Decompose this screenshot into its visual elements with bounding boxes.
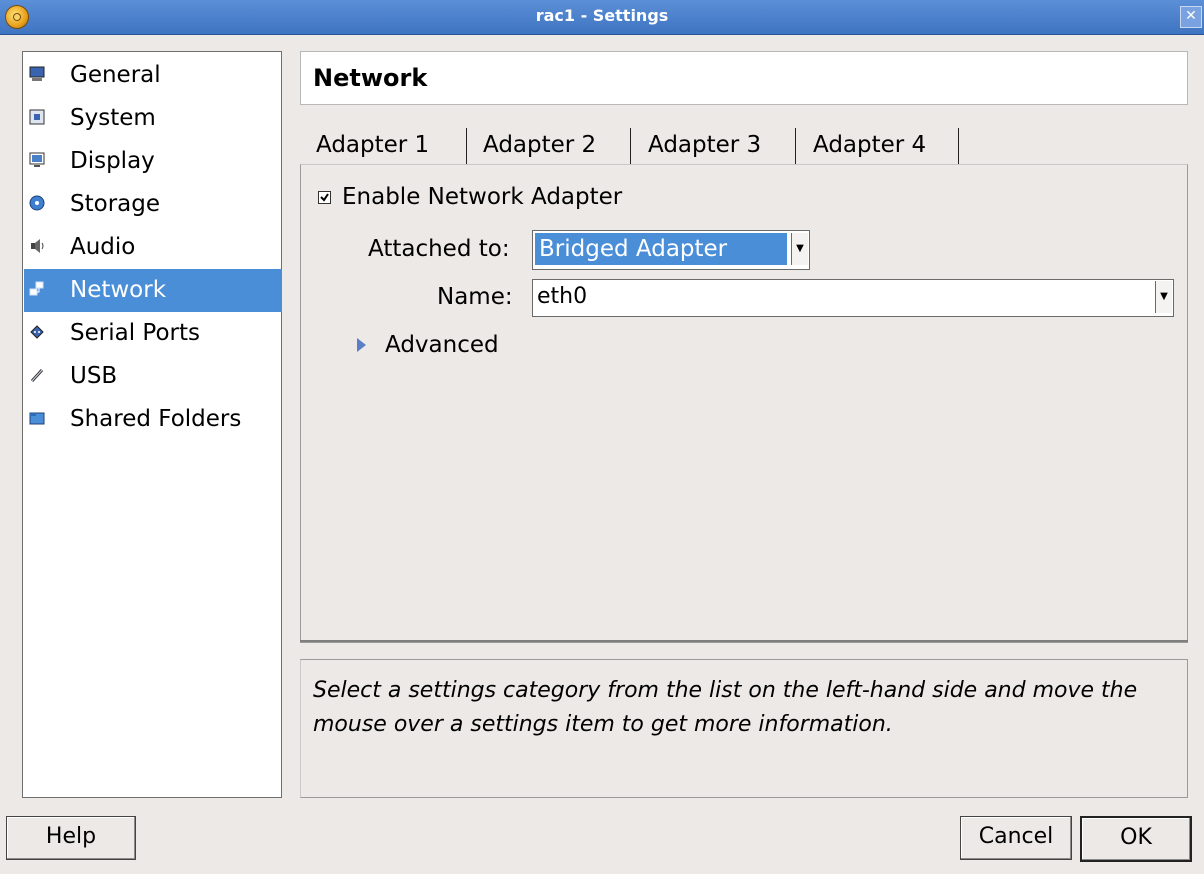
title-bar: rac1 - Settings ✕: [0, 0, 1204, 35]
sidebar-item-usb[interactable]: USB: [24, 355, 282, 398]
serial-port-icon: [28, 324, 46, 342]
display-icon: [28, 152, 46, 170]
page-title: Network: [313, 64, 428, 92]
name-label: Name:: [437, 284, 513, 310]
sidebar-item-general[interactable]: General: [24, 54, 282, 97]
sidebar-item-display[interactable]: Display: [24, 140, 282, 183]
tab-separator: [795, 128, 796, 164]
sidebar-item-label: Serial Ports: [70, 320, 200, 346]
tab-separator: [630, 128, 631, 164]
close-icon: ✕: [1185, 8, 1197, 24]
advanced-toggle[interactable]: Advanced: [385, 332, 499, 358]
tab-separator: [958, 128, 959, 164]
folder-icon: [28, 410, 46, 428]
sidebar-item-storage[interactable]: Storage: [24, 183, 282, 226]
sidebar-item-label: Shared Folders: [70, 406, 242, 432]
usb-icon: [28, 367, 46, 385]
sidebar-item-system[interactable]: System: [24, 97, 282, 140]
interface-name-select[interactable]: eth0 ▼: [532, 279, 1174, 317]
tab-adapter-1[interactable]: Adapter 1: [306, 124, 440, 166]
monitor-icon: [28, 66, 46, 84]
panel-divider: [300, 640, 1188, 642]
window-title: rac1 - Settings: [535, 6, 669, 25]
sidebar-item-label: USB: [70, 363, 118, 389]
close-button[interactable]: ✕: [1180, 6, 1202, 28]
tab-separator: [466, 128, 467, 164]
cancel-button[interactable]: Cancel: [960, 816, 1072, 860]
tab-adapter-2[interactable]: Adapter 2: [473, 124, 606, 166]
sidebar-item-label: Display: [70, 148, 155, 174]
enable-adapter-checkbox[interactable]: [318, 191, 331, 204]
attached-to-value: Bridged Adapter: [535, 233, 787, 265]
disk-icon: [28, 195, 46, 213]
expand-arrow-icon[interactable]: [357, 338, 366, 352]
sidebar-item-label: General: [70, 62, 161, 88]
info-panel: Select a settings category from the list…: [300, 659, 1188, 798]
info-text: Select a settings category from the list…: [313, 678, 1138, 737]
sidebar-item-label: Storage: [70, 191, 160, 217]
sidebar-item-audio[interactable]: Audio: [24, 226, 282, 269]
sidebar-item-shared-folders[interactable]: Shared Folders: [24, 398, 282, 441]
ok-button[interactable]: OK: [1080, 816, 1192, 862]
attached-to-label: Attached to:: [368, 236, 510, 262]
section-header: Network: [300, 51, 1188, 105]
attached-to-select[interactable]: Bridged Adapter ▼: [532, 230, 810, 270]
speaker-icon: [28, 238, 46, 256]
chip-icon: [28, 109, 46, 127]
enable-adapter-label[interactable]: Enable Network Adapter: [342, 184, 622, 210]
tab-adapter-4[interactable]: Adapter 4: [803, 124, 936, 166]
sidebar-item-label: System: [70, 105, 156, 131]
network-icon: [28, 281, 46, 299]
sidebar-item-network[interactable]: Network: [24, 269, 282, 312]
category-list[interactable]: General System Display Storage Audio Net…: [22, 51, 282, 798]
interface-name-value: eth0: [537, 284, 588, 309]
sidebar-item-label: Audio: [70, 234, 136, 260]
sidebar-item-serial-ports[interactable]: Serial Ports: [24, 312, 282, 355]
help-button[interactable]: Help: [6, 816, 136, 860]
chevron-down-icon[interactable]: ▼: [1155, 281, 1172, 313]
sidebar-item-label: Network: [70, 277, 167, 303]
tab-adapter-3[interactable]: Adapter 3: [638, 124, 771, 166]
chevron-down-icon[interactable]: ▼: [791, 233, 808, 265]
